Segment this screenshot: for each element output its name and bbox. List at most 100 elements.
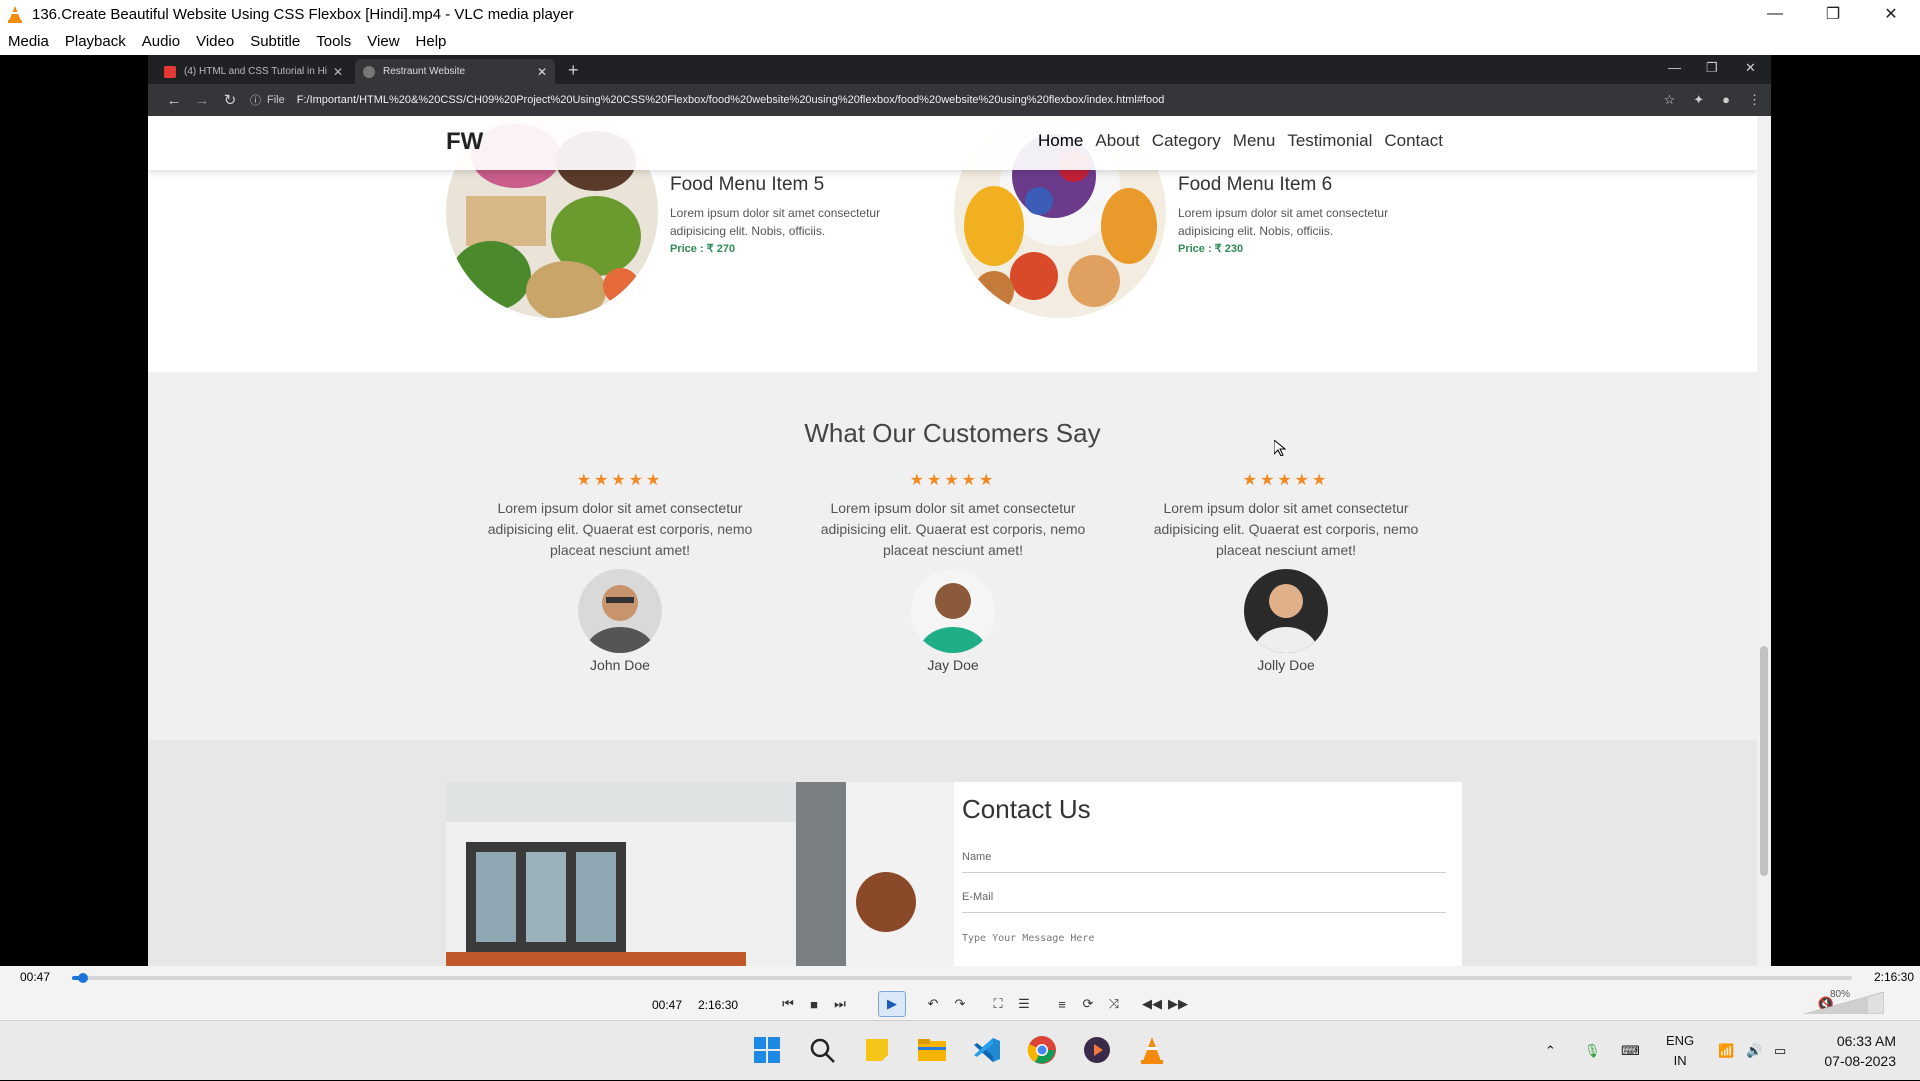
chrome-icon[interactable] [1023, 1031, 1061, 1069]
menu-media[interactable]: Media [0, 33, 57, 50]
extended-settings-icon[interactable]: ☰ [1013, 994, 1035, 1014]
stop-icon[interactable]: ■ [803, 994, 825, 1014]
language-indicator[interactable]: ENG IN [1666, 1031, 1694, 1071]
star-rating: ★★★★★ [1242, 472, 1330, 489]
search-icon[interactable] [803, 1031, 841, 1069]
reload-icon[interactable]: ↻ [216, 91, 244, 109]
address-bar: ← → ↻ ⓘ File F:/Important/HTML%20&%20CSS… [148, 84, 1771, 116]
seek-bar: 00:47 2:16:30 [0, 966, 1920, 988]
nav-about[interactable]: About [1095, 131, 1139, 151]
next-icon[interactable]: ⏭ [829, 994, 851, 1014]
message-field[interactable]: Type Your Message Here [962, 913, 1454, 944]
tab-restraunt[interactable]: Restraunt Website ✕ [355, 59, 555, 84]
loop-a-b-icon[interactable]: ↶ [922, 994, 944, 1014]
microphone-icon[interactable]: 🎙 [1584, 1021, 1601, 1081]
menu-help[interactable]: Help [408, 33, 455, 50]
window-title: 136.Create Beautiful Website Using CSS F… [32, 5, 574, 23]
customer-name: John Doe [590, 657, 650, 673]
back-icon[interactable]: ← [160, 92, 188, 109]
media-player-icon[interactable] [1078, 1031, 1116, 1069]
minimize-button[interactable]: — [1746, 0, 1804, 28]
vscode-icon[interactable] [968, 1031, 1006, 1069]
forward-icon[interactable]: → [188, 92, 216, 109]
fullscreen-icon[interactable]: ⛶ [987, 994, 1009, 1014]
play-button[interactable]: ▶ [878, 991, 906, 1017]
battery-icon[interactable]: ▭ [1774, 1021, 1786, 1081]
food-desc: Lorem ipsum dolor sit amet consectetur a… [670, 206, 881, 238]
customer-name: Jay Doe [927, 657, 979, 673]
profile-icon[interactable]: ● [1722, 92, 1730, 108]
system-clock[interactable]: 06:33 AM 07-08-2023 [1824, 1031, 1896, 1071]
restaurant-image [446, 782, 954, 966]
total-time-display: 2:16:30 [698, 998, 739, 1012]
testimonial-heading: What Our Customers Say [804, 418, 1101, 448]
food-desc: Lorem ipsum dolor sit amet consectetur a… [1178, 206, 1389, 238]
food-title: Food Menu Item 6 [1178, 174, 1333, 195]
start-windows-icon[interactable] [748, 1031, 786, 1069]
site-logo[interactable]: FW [446, 128, 483, 156]
video-area[interactable]: (4) HTML and CSS Tutorial in Hin ✕ Restr… [0, 55, 1920, 966]
url-field[interactable]: F:/Important/HTML%20&%20CSS/CH09%20Proje… [297, 94, 1597, 106]
scroll-thumb[interactable] [1760, 646, 1768, 876]
shuffle-icon[interactable]: ⤨ [1103, 994, 1125, 1014]
contact-form: Contact Us Name E-Mail Type Your Message… [954, 782, 1462, 966]
nav-category[interactable]: Category [1152, 131, 1221, 151]
file-label: File [267, 94, 285, 106]
loop-icon[interactable]: ⟳ [1077, 994, 1099, 1014]
contact-section: Contact Us Name E-Mail Type Your Message… [148, 740, 1757, 966]
playlist-icon[interactable]: ≡ [1051, 994, 1073, 1014]
speaker-icon[interactable]: 🔊 [1746, 1021, 1762, 1081]
nav-menu[interactable]: Menu [1233, 131, 1276, 151]
menu-tools[interactable]: Tools [308, 33, 359, 50]
testimonial-card: ★★★★★ Lorem ipsum dolor sit amet consect… [1141, 470, 1431, 673]
show-hidden-icons[interactable]: ⌃ [1545, 1021, 1556, 1081]
bookmark-star-icon[interactable]: ☆ [1664, 92, 1676, 108]
vlc-cone-icon [8, 6, 22, 23]
keyboard-icon[interactable]: ⌨ [1621, 1021, 1640, 1081]
info-icon[interactable]: ⓘ [250, 92, 261, 108]
testimonial-text: Lorem ipsum dolor sit amet consectetur a… [1153, 500, 1419, 558]
menu-bar: Media Playback Audio Video Subtitle Tool… [0, 28, 1920, 55]
close-icon[interactable]: ✕ [537, 65, 547, 79]
name-field[interactable]: Name [962, 833, 1446, 873]
tab-strip: (4) HTML and CSS Tutorial in Hin ✕ Restr… [148, 55, 1771, 84]
menu-subtitle[interactable]: Subtitle [242, 33, 308, 50]
tab-youtube[interactable]: (4) HTML and CSS Tutorial in Hin ✕ [156, 59, 351, 84]
food-price: Price : ₹ 230 [1178, 243, 1244, 255]
clock-date: 07-08-2023 [1824, 1053, 1896, 1069]
file-explorer-icon[interactable] [913, 1031, 951, 1069]
seek-slider[interactable] [72, 973, 1852, 983]
previous-icon[interactable]: ⏮ [777, 994, 799, 1014]
extensions-icon[interactable]: ✦ [1693, 92, 1704, 108]
nav-testimonial[interactable]: Testimonial [1287, 131, 1372, 151]
menu-video[interactable]: Video [188, 33, 242, 50]
frame-step-icon[interactable]: ↷ [949, 994, 971, 1014]
browser-restore-icon[interactable]: ❐ [1706, 60, 1718, 76]
close-button[interactable]: ✕ [1862, 0, 1920, 28]
new-tab-button[interactable]: + [568, 60, 579, 81]
vlc-icon[interactable] [1133, 1031, 1171, 1069]
nav-contact[interactable]: Contact [1384, 131, 1443, 151]
email-field[interactable]: E-Mail [962, 873, 1446, 913]
close-icon[interactable]: ✕ [333, 65, 343, 79]
kebab-menu-icon[interactable]: ⋮ [1748, 92, 1761, 108]
browser-scrollbar[interactable] [1757, 116, 1771, 966]
slower-icon[interactable]: ◀◀ [1141, 994, 1163, 1014]
maximize-button[interactable]: ❐ [1804, 0, 1862, 28]
menu-audio[interactable]: Audio [134, 33, 188, 50]
web-page: Food Menu Item 5 Lorem ipsum dolor sit a… [148, 116, 1757, 966]
nav-home[interactable]: Home [1038, 131, 1083, 151]
faster-icon[interactable]: ▶▶ [1167, 994, 1189, 1014]
browser-close-icon[interactable]: ✕ [1745, 60, 1756, 76]
volume-slider[interactable] [1804, 992, 1884, 1014]
menu-playback[interactable]: Playback [57, 33, 134, 50]
sticky-notes-icon[interactable] [858, 1031, 896, 1069]
elapsed-time: 00:47 [20, 970, 51, 984]
menu-view[interactable]: View [359, 33, 407, 50]
seek-handle[interactable] [77, 973, 88, 983]
youtube-icon [164, 65, 176, 78]
wifi-icon[interactable]: 📶 [1718, 1021, 1734, 1081]
browser-minimize-icon[interactable]: — [1668, 60, 1681, 75]
mouse-cursor-icon [1274, 440, 1286, 456]
testimonial-card: ★★★★★ Lorem ipsum dolor sit amet consect… [475, 470, 765, 673]
